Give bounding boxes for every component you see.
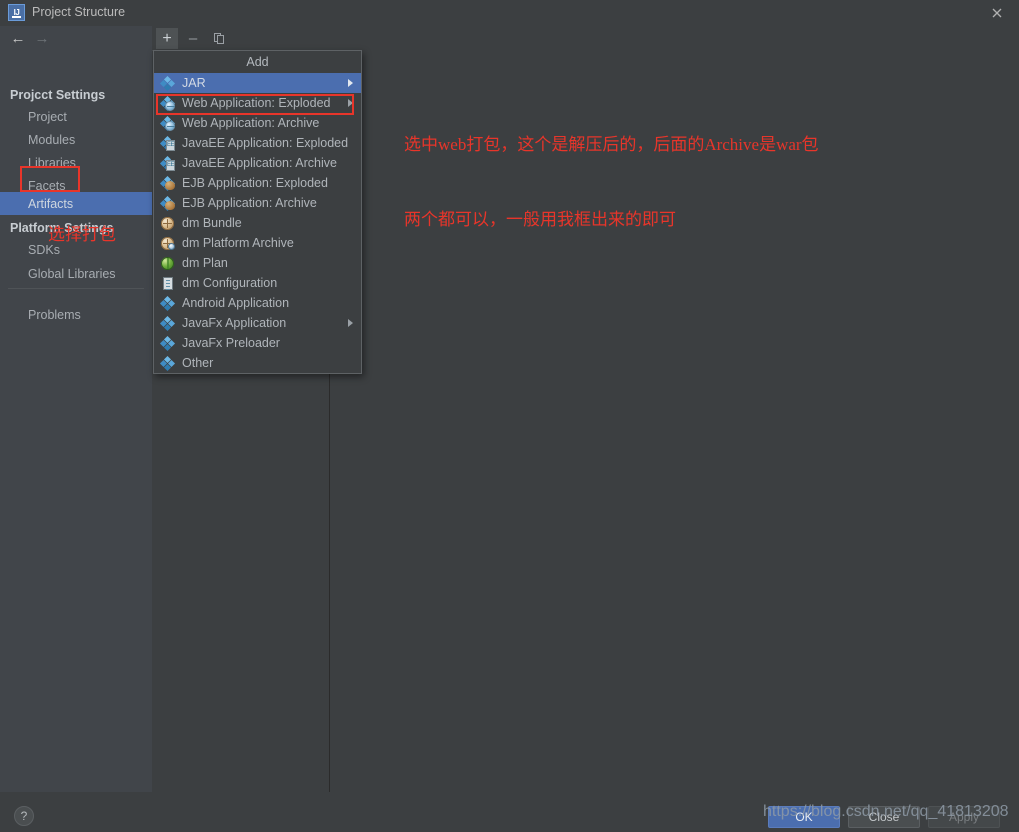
globe-icon xyxy=(160,255,176,271)
menu-item-javafx-application[interactable]: JavaFx Application xyxy=(154,313,361,333)
menu-item-android-application[interactable]: Android Application xyxy=(154,293,361,313)
menu-item-label: Web Application: Archive xyxy=(182,116,319,130)
menu-item-label: dm Configuration xyxy=(182,276,277,290)
menu-item-dm-plan[interactable]: dm Plan xyxy=(154,253,361,273)
diamond-icon xyxy=(160,315,176,331)
menu-item-label: JavaFx Preloader xyxy=(182,336,280,350)
title-bar: IJ Project Structure xyxy=(0,0,1019,26)
osgi-archive-icon xyxy=(160,235,176,251)
diamond-icon xyxy=(160,355,176,371)
add-button-label: + xyxy=(162,30,171,48)
chevron-right-icon xyxy=(348,79,353,87)
menu-item-ejb-application-archive[interactable]: EJB Application: Archive xyxy=(154,193,361,213)
menu-item-label: Android Application xyxy=(182,296,289,310)
menu-item-label: JAR xyxy=(182,76,206,90)
diamond-icon xyxy=(160,75,176,91)
menu-item-label: JavaEE Application: Archive xyxy=(182,156,337,170)
web-application-icon xyxy=(160,95,176,111)
navigation-arrows: ← → xyxy=(0,26,152,51)
add-menu-title: Add xyxy=(154,51,361,73)
add-artifact-menu: Add JAR Web Application: Exploded xyxy=(153,50,362,374)
menu-item-label: dm Bundle xyxy=(182,216,242,230)
document-icon xyxy=(160,275,176,291)
remove-button-label: – xyxy=(189,30,197,47)
menu-item-label: EJB Application: Archive xyxy=(182,196,317,210)
ejb-icon xyxy=(160,195,176,211)
sidebar-item-global-libraries[interactable]: Global Libraries xyxy=(0,262,152,285)
menu-item-web-application-archive[interactable]: Web Application: Archive xyxy=(154,113,361,133)
annotation-main-text: 选中web打包，这个是解压后的，后面的Archive是war包 两个都可以，一般… xyxy=(404,82,819,282)
menu-item-jar[interactable]: JAR xyxy=(154,73,361,93)
menu-item-label: Other xyxy=(182,356,213,370)
menu-item-dm-bundle[interactable]: dm Bundle xyxy=(154,213,361,233)
menu-item-label: EJB Application: Exploded xyxy=(182,176,328,190)
sidebar-item-artifacts[interactable]: Artifacts xyxy=(0,192,152,215)
artifacts-toolbar: + – xyxy=(152,26,330,51)
plus-icon[interactable]: + xyxy=(156,28,178,49)
menu-item-other[interactable]: Other xyxy=(154,353,361,373)
annotation-line-1: 选中web打包，这个是解压后的，后面的Archive是war包 xyxy=(404,132,819,157)
sidebar-divider xyxy=(8,288,144,289)
menu-item-dm-configuration[interactable]: dm Configuration xyxy=(154,273,361,293)
menu-item-dm-platform-archive[interactable]: dm Platform Archive xyxy=(154,233,361,253)
javaee-icon xyxy=(160,135,176,151)
help-icon[interactable]: ? xyxy=(14,806,34,826)
menu-item-label: dm Platform Archive xyxy=(182,236,294,250)
watermark-url: https://blog.csdn.net/qq_41813208 xyxy=(763,803,1009,821)
javaee-icon xyxy=(160,155,176,171)
menu-item-ejb-application-exploded[interactable]: EJB Application: Exploded xyxy=(154,173,361,193)
menu-item-label: dm Plan xyxy=(182,256,228,270)
menu-item-label: Web Application: Exploded xyxy=(182,96,330,110)
help-label: ? xyxy=(21,809,28,823)
window-title: Project Structure xyxy=(32,5,125,19)
annotation-sidebar-text: 选择打包 xyxy=(48,220,116,245)
add-menu-list: JAR Web Application: Exploded Web Applic… xyxy=(154,73,361,373)
sidebar-item-libraries[interactable]: Libraries xyxy=(0,151,152,174)
menu-item-javaee-application-archive[interactable]: JavaEE Application: Archive xyxy=(154,153,361,173)
ejb-icon xyxy=(160,175,176,191)
minus-icon[interactable]: – xyxy=(182,28,204,49)
arrow-left-icon[interactable]: ← xyxy=(8,29,28,47)
chevron-right-icon xyxy=(348,99,353,107)
osgi-bundle-icon xyxy=(160,215,176,231)
copy-icon[interactable] xyxy=(208,28,230,49)
project-structure-dialog: IJ Project Structure ← → Projcct Setting… xyxy=(0,0,1019,832)
copy-glyph xyxy=(214,33,225,45)
arrow-right-icon[interactable]: → xyxy=(32,29,52,47)
sidebar-item-project[interactable]: Project xyxy=(0,105,152,128)
close-icon[interactable] xyxy=(975,0,1019,26)
menu-item-javafx-preloader[interactable]: JavaFx Preloader xyxy=(154,333,361,353)
menu-item-javaee-application-exploded[interactable]: JavaEE Application: Exploded xyxy=(154,133,361,153)
sidebar-item-modules[interactable]: Modules xyxy=(0,128,152,151)
diamond-icon xyxy=(160,295,176,311)
settings-sidebar: ← → Projcct Settings Platform Settings P… xyxy=(0,26,152,792)
sidebar-item-problems[interactable]: Problems xyxy=(0,303,152,326)
intellij-logo-icon: IJ xyxy=(8,4,25,21)
menu-item-label: JavaEE Application: Exploded xyxy=(182,136,348,150)
sidebar-group-project-settings: Projcct Settings xyxy=(0,88,152,102)
menu-item-label: JavaFx Application xyxy=(182,316,286,330)
diamond-icon xyxy=(160,335,176,351)
web-application-icon xyxy=(160,115,176,131)
logo-underline xyxy=(12,16,21,18)
annotation-line-2: 两个都可以，一般用我框出来的即可 xyxy=(404,207,819,232)
menu-item-web-application-exploded[interactable]: Web Application: Exploded xyxy=(154,93,361,113)
chevron-right-icon xyxy=(348,319,353,327)
